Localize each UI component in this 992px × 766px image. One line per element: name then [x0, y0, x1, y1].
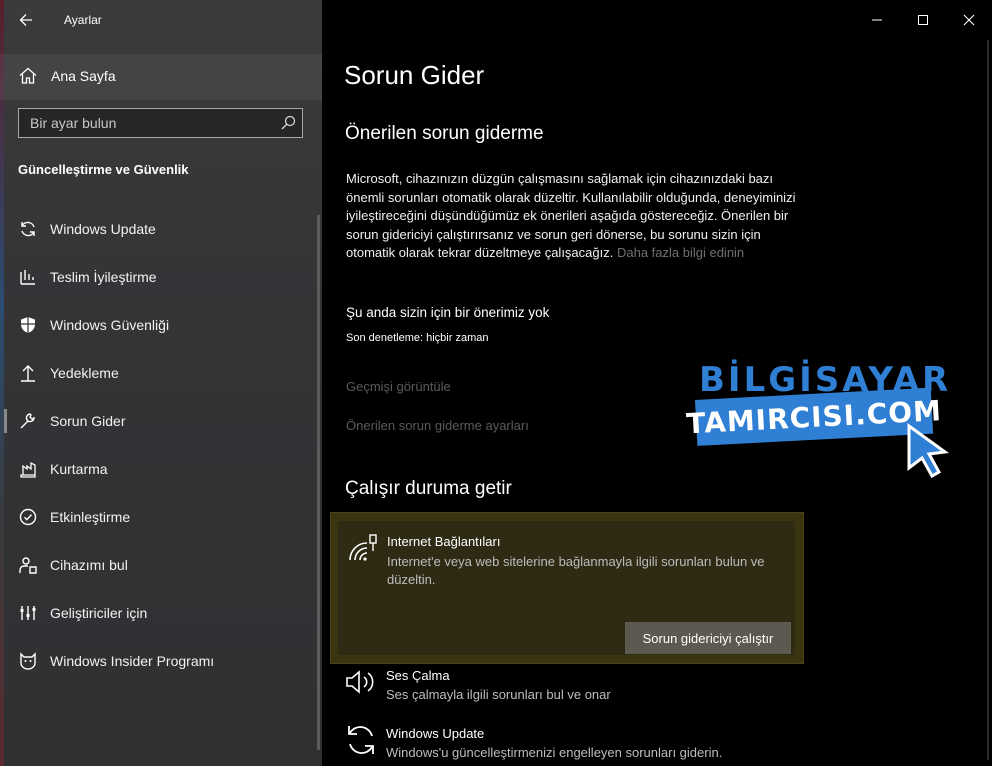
sidebar-item-label: Geliştiriciler için	[50, 605, 148, 621]
shield-icon	[21, 317, 35, 333]
cursor-arrow-icon	[907, 423, 949, 478]
troubleshooter-subtitle: Internet'e veya web sitelerine bağlanmay…	[387, 554, 765, 587]
sidebar-item-find-my-device[interactable]: Cihazımı bul	[0, 541, 322, 589]
sidebar-item-label: Yedekleme	[50, 365, 119, 381]
window-controls	[854, 0, 992, 40]
refresh-icon	[21, 221, 35, 237]
insider-cat-icon	[20, 652, 36, 670]
get-running-heading: Çalışır duruma getir	[345, 478, 512, 499]
troubleshooter-internet-card[interactable]: Internet Bağlantıları Internet'e veya we…	[330, 512, 804, 664]
settings-sidebar: Ayarlar Ana Sayfa Güncelleştirme ve Güve…	[0, 0, 322, 766]
close-icon	[963, 14, 975, 26]
sidebar-item-label: Teslim İyileştirme	[50, 269, 157, 285]
sidebar-item-label: Cihazımı bul	[50, 557, 128, 573]
recommended-settings-link[interactable]: Önerilen sorun giderme ayarları	[346, 418, 529, 433]
sidebar-item-windows-security[interactable]: Windows Güvenliği	[0, 301, 322, 349]
troubleshooter-windows-update-item[interactable]: Windows Update Windows'u güncelleştirmen…	[342, 722, 802, 766]
troubleshooter-subtitle: Ses çalmayla ilgili sorunları bul ve ona…	[386, 687, 611, 702]
wifi-icon	[349, 534, 377, 561]
troubleshooter-subtitle: Windows'u güncelleştirmenizi engelleyen …	[386, 745, 723, 760]
app-title: Ayarlar	[64, 13, 102, 27]
delivery-optimization-icon	[20, 270, 35, 285]
content-scrollbar[interactable]	[987, 40, 989, 760]
sidebar-item-label: Windows Update	[50, 221, 156, 237]
close-button[interactable]	[946, 0, 992, 40]
minimize-icon	[872, 19, 882, 21]
recovery-icon	[20, 461, 36, 478]
minimize-button[interactable]	[854, 0, 900, 40]
recommended-heading: Önerilen sorun giderme	[345, 123, 544, 144]
troubleshooter-title: Ses Çalma	[386, 668, 450, 683]
sidebar-item-windows-insider[interactable]: Windows Insider Programı	[0, 637, 322, 685]
search-box[interactable]	[18, 108, 303, 138]
maximize-icon	[918, 15, 928, 25]
sidebar-scrollbar[interactable]	[317, 215, 320, 750]
card-inner: Internet Bağlantıları Internet'e veya we…	[338, 521, 795, 655]
page-title: Sorun Gider	[344, 60, 485, 90]
home-icon	[19, 67, 37, 84]
search-icon[interactable]	[280, 115, 296, 131]
sidebar-item-activation[interactable]: Etkinleştirme	[0, 493, 322, 541]
sidebar-item-label: Windows Güvenliği	[50, 317, 170, 333]
speaker-icon	[346, 670, 374, 694]
refresh-icon	[348, 726, 374, 754]
learn-more-link[interactable]: Daha fazla bilgi edinin	[617, 245, 744, 260]
section-title: Güncelleştirme ve Güvenlik	[18, 162, 189, 177]
check-circle-icon	[19, 508, 37, 526]
home-nav-item[interactable]: Ana Sayfa	[0, 54, 322, 100]
troubleshooter-audio-item[interactable]: Ses Çalma Ses çalmayla ilgili sorunları …	[342, 664, 802, 712]
sidebar-item-delivery-optimization[interactable]: Teslim İyileştirme	[0, 253, 322, 301]
watermark-logo: BİLGİSAYAR TAMIRCISI.COM	[685, 360, 955, 490]
last-check-text: Son denetleme: hiçbir zaman	[346, 332, 489, 344]
sidebar-item-backup[interactable]: Yedekleme	[0, 349, 322, 397]
recommended-description: Microsoft, cihazınızın düzgün çalışmasın…	[346, 170, 806, 263]
sidebar-item-recovery[interactable]: Kurtarma	[0, 445, 322, 493]
sidebar-item-label: Sorun Gider	[50, 413, 126, 429]
troubleshooter-title: Internet Bağlantıları	[387, 534, 501, 549]
wrench-icon	[20, 413, 35, 429]
title-bar: Ayarlar	[0, 0, 322, 40]
main-content: Sorun Gider Önerilen sorun giderme Micro…	[322, 0, 992, 766]
search-input[interactable]	[19, 109, 280, 137]
sidebar-item-label: Kurtarma	[50, 461, 108, 477]
sidebar-item-for-developers[interactable]: Geliştiriciler için	[0, 589, 322, 637]
troubleshooter-title: Windows Update	[386, 726, 485, 741]
back-arrow-icon	[19, 14, 32, 26]
person-location-icon	[19, 557, 37, 574]
home-label: Ana Sayfa	[51, 68, 116, 84]
maximize-button[interactable]	[900, 0, 946, 40]
back-button[interactable]	[14, 8, 38, 32]
sidebar-item-label: Etkinleştirme	[50, 509, 131, 525]
nav-list: Windows Update Teslim İyileştirme Window…	[0, 205, 322, 685]
sidebar-item-windows-update[interactable]: Windows Update	[0, 205, 322, 253]
sidebar-item-troubleshoot[interactable]: Sorun Gider	[0, 397, 322, 445]
developer-icon	[20, 606, 36, 620]
run-troubleshooter-button[interactable]: Sorun gidericiyi çalıştır	[625, 622, 791, 654]
no-recommendation-text: Şu anda sizin için bir önerimiz yok	[346, 305, 550, 320]
sidebar-item-label: Windows Insider Programı	[50, 653, 215, 669]
history-link[interactable]: Geçmişi görüntüle	[346, 379, 451, 394]
backup-arrow-icon	[21, 365, 35, 382]
